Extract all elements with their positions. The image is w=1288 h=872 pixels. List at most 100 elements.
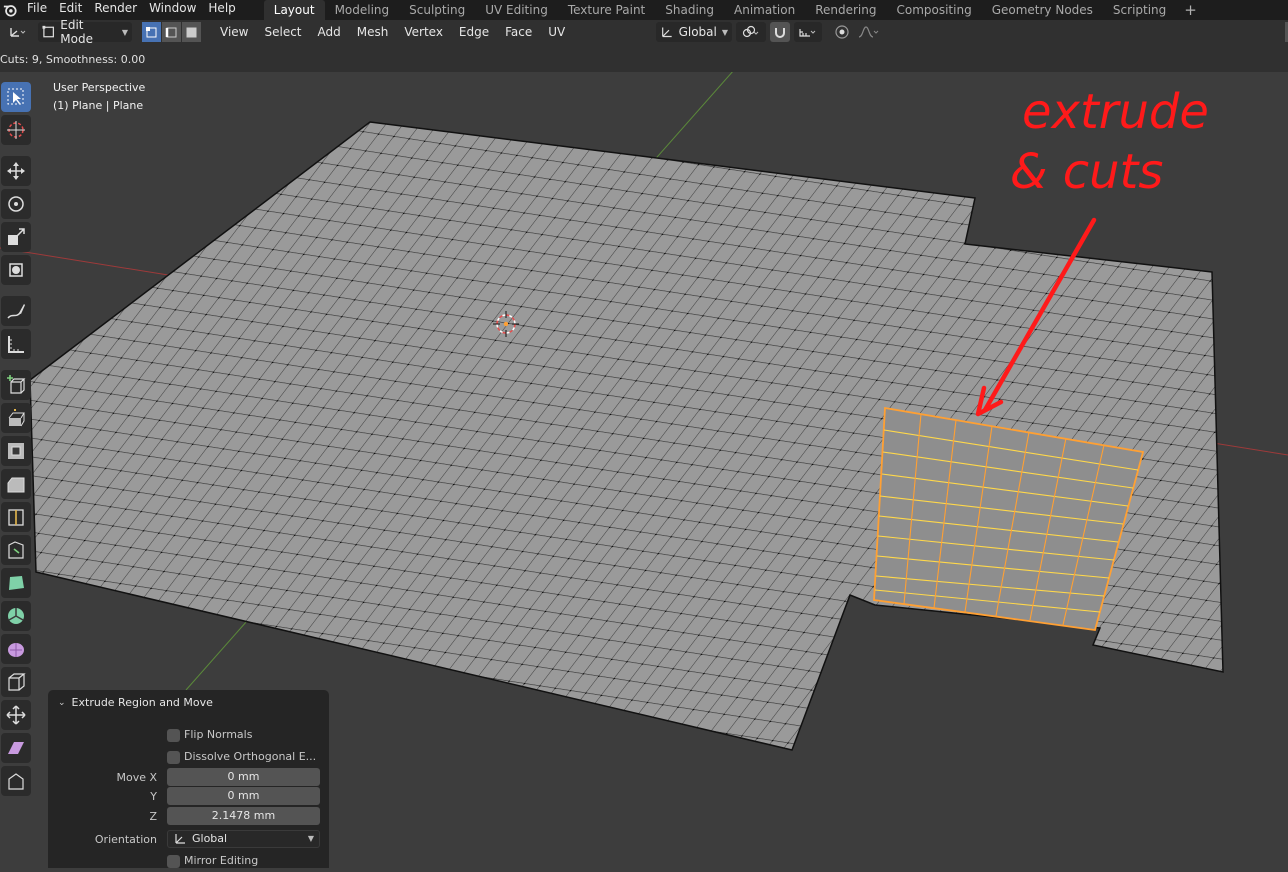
view-name: User Perspective xyxy=(53,81,146,94)
move-x-field[interactable]: 0 mm xyxy=(167,768,320,786)
operator-panel-header[interactable]: ⌄ Extrude Region and Move xyxy=(48,690,329,716)
tab-compositing[interactable]: Compositing xyxy=(886,0,981,20)
tool-extrude-region[interactable] xyxy=(1,403,31,433)
chevron-down-icon[interactable]: ⌄ xyxy=(58,690,66,716)
move-z-field[interactable]: 2.1478 mm xyxy=(167,807,320,825)
tool-rotate[interactable] xyxy=(1,189,31,219)
dissolve-row: Dissolve Orthogonal E... xyxy=(48,748,329,768)
dissolve-orthogonal-checkbox[interactable] xyxy=(167,751,180,764)
tab-uv-editing[interactable]: UV Editing xyxy=(475,0,558,20)
orientation-axes-icon xyxy=(662,27,672,38)
edge-select-button[interactable] xyxy=(162,22,181,42)
tool-edge-slide[interactable] xyxy=(1,667,31,697)
pivot-point-dropdown[interactable] xyxy=(736,22,766,42)
editor-type-dropdown[interactable] xyxy=(2,22,32,42)
add-workspace-button[interactable]: + xyxy=(1176,1,1205,19)
chevron-down-icon: ▼ xyxy=(121,27,128,37)
blender-logo-icon[interactable] xyxy=(3,3,17,17)
poly-build-icon xyxy=(9,576,24,590)
menu-render[interactable]: Render xyxy=(88,0,143,20)
tool-inset-faces[interactable] xyxy=(1,436,31,466)
tool-spin[interactable] xyxy=(1,601,31,631)
tool-shear[interactable] xyxy=(1,733,31,763)
tool-add-cube[interactable] xyxy=(1,370,31,400)
tool-smooth[interactable] xyxy=(1,634,31,664)
tool-transform[interactable] xyxy=(1,255,31,285)
operator-redo-panel: ⌄ Extrude Region and Move Flip Normals D… xyxy=(48,690,329,868)
tool-bevel[interactable] xyxy=(1,469,31,499)
move-z-row: Z 2.1478 mm xyxy=(48,807,329,827)
snap-increment-icon xyxy=(799,29,816,37)
shear-icon xyxy=(8,742,24,754)
orientation-label: Global xyxy=(678,25,717,39)
menu-mesh[interactable]: Mesh xyxy=(349,25,397,39)
menu-select[interactable]: Select xyxy=(256,25,309,39)
tool-measure[interactable] xyxy=(1,329,31,359)
menu-file[interactable]: File xyxy=(21,0,53,20)
menu-add[interactable]: Add xyxy=(310,25,349,39)
inset-faces-icon xyxy=(8,443,24,459)
scale-icon xyxy=(8,228,25,245)
menu-view[interactable]: View xyxy=(212,25,256,39)
snap-toggle[interactable] xyxy=(770,22,790,42)
workspace-tabs: Layout Modeling Sculpting UV Editing Tex… xyxy=(263,0,1205,20)
tool-rip-region[interactable] xyxy=(1,766,31,796)
annotation-text-line2: & cuts xyxy=(1010,144,1163,200)
move-y-field[interactable]: 0 mm xyxy=(167,787,320,805)
tool-cursor[interactable] xyxy=(1,115,31,145)
dissolve-orthogonal-label: Dissolve Orthogonal E... xyxy=(184,750,317,763)
transform-orientation-dropdown[interactable]: Global ▼ xyxy=(656,22,732,42)
flip-normals-checkbox[interactable] xyxy=(167,729,180,742)
menu-edge[interactable]: Edge xyxy=(451,25,497,39)
select-mode-group xyxy=(142,22,202,42)
menu-face[interactable]: Face xyxy=(497,25,540,39)
tool-shrink-fatten[interactable] xyxy=(1,700,31,730)
orientation-dropdown[interactable]: Global ▼ xyxy=(167,830,320,848)
tool-knife[interactable] xyxy=(1,535,31,565)
orientation-value: Global xyxy=(192,832,228,845)
menu-edit[interactable]: Edit xyxy=(53,0,88,20)
edit-mode-icon xyxy=(42,25,54,38)
mirror-editing-checkbox[interactable] xyxy=(167,855,180,868)
tab-geometry-nodes[interactable]: Geometry Nodes xyxy=(982,0,1103,20)
move-x-label: Move X xyxy=(116,771,157,784)
orientation-axes-icon xyxy=(175,834,185,844)
tool-loop-cut[interactable] xyxy=(1,502,31,532)
proportional-editing-icon xyxy=(835,25,849,39)
tab-layout[interactable]: Layout xyxy=(263,0,325,20)
tool-scale[interactable] xyxy=(1,222,31,252)
menu-uv[interactable]: UV xyxy=(540,25,573,39)
tool-poly-build[interactable] xyxy=(1,568,31,598)
object-info: (1) Plane | Plane xyxy=(53,99,144,112)
extrude-region-icon xyxy=(8,409,25,427)
tool-move[interactable] xyxy=(1,156,31,186)
tab-sculpting[interactable]: Sculpting xyxy=(399,0,475,20)
tab-rendering[interactable]: Rendering xyxy=(805,0,886,20)
orientation-label: Orientation xyxy=(94,833,157,846)
face-select-button[interactable] xyxy=(182,22,201,42)
tool-shelf xyxy=(0,80,36,799)
add-cube-icon xyxy=(7,375,26,394)
tab-texture-paint[interactable]: Texture Paint xyxy=(558,0,655,20)
tool-annotate[interactable] xyxy=(1,296,31,326)
tab-modeling[interactable]: Modeling xyxy=(325,0,400,20)
menu-help[interactable]: Help xyxy=(202,0,241,20)
proportional-editing-toggle[interactable] xyxy=(832,22,852,42)
mode-dropdown[interactable]: Edit Mode ▼ xyxy=(38,18,132,46)
mirror-editing-label: Mirror Editing xyxy=(184,854,259,867)
menu-vertex[interactable]: Vertex xyxy=(396,25,451,39)
snap-target-dropdown[interactable] xyxy=(794,22,822,42)
tab-scripting[interactable]: Scripting xyxy=(1103,0,1176,20)
vertex-select-button[interactable] xyxy=(142,22,161,42)
tab-animation[interactable]: Animation xyxy=(724,0,805,20)
top-menu-bar: File Edit Render Window Help Layout Mode… xyxy=(0,0,1288,20)
axes-editor-icon xyxy=(10,28,26,37)
proportional-falloff-dropdown[interactable] xyxy=(856,22,882,42)
tool-select-box[interactable] xyxy=(1,82,31,112)
menu-window[interactable]: Window xyxy=(143,0,202,20)
tab-shading[interactable]: Shading xyxy=(655,0,724,20)
rip-region-icon xyxy=(8,773,24,790)
falloff-curve-icon xyxy=(858,26,879,38)
spin-icon xyxy=(8,608,24,624)
move-z-label: Z xyxy=(149,810,157,823)
